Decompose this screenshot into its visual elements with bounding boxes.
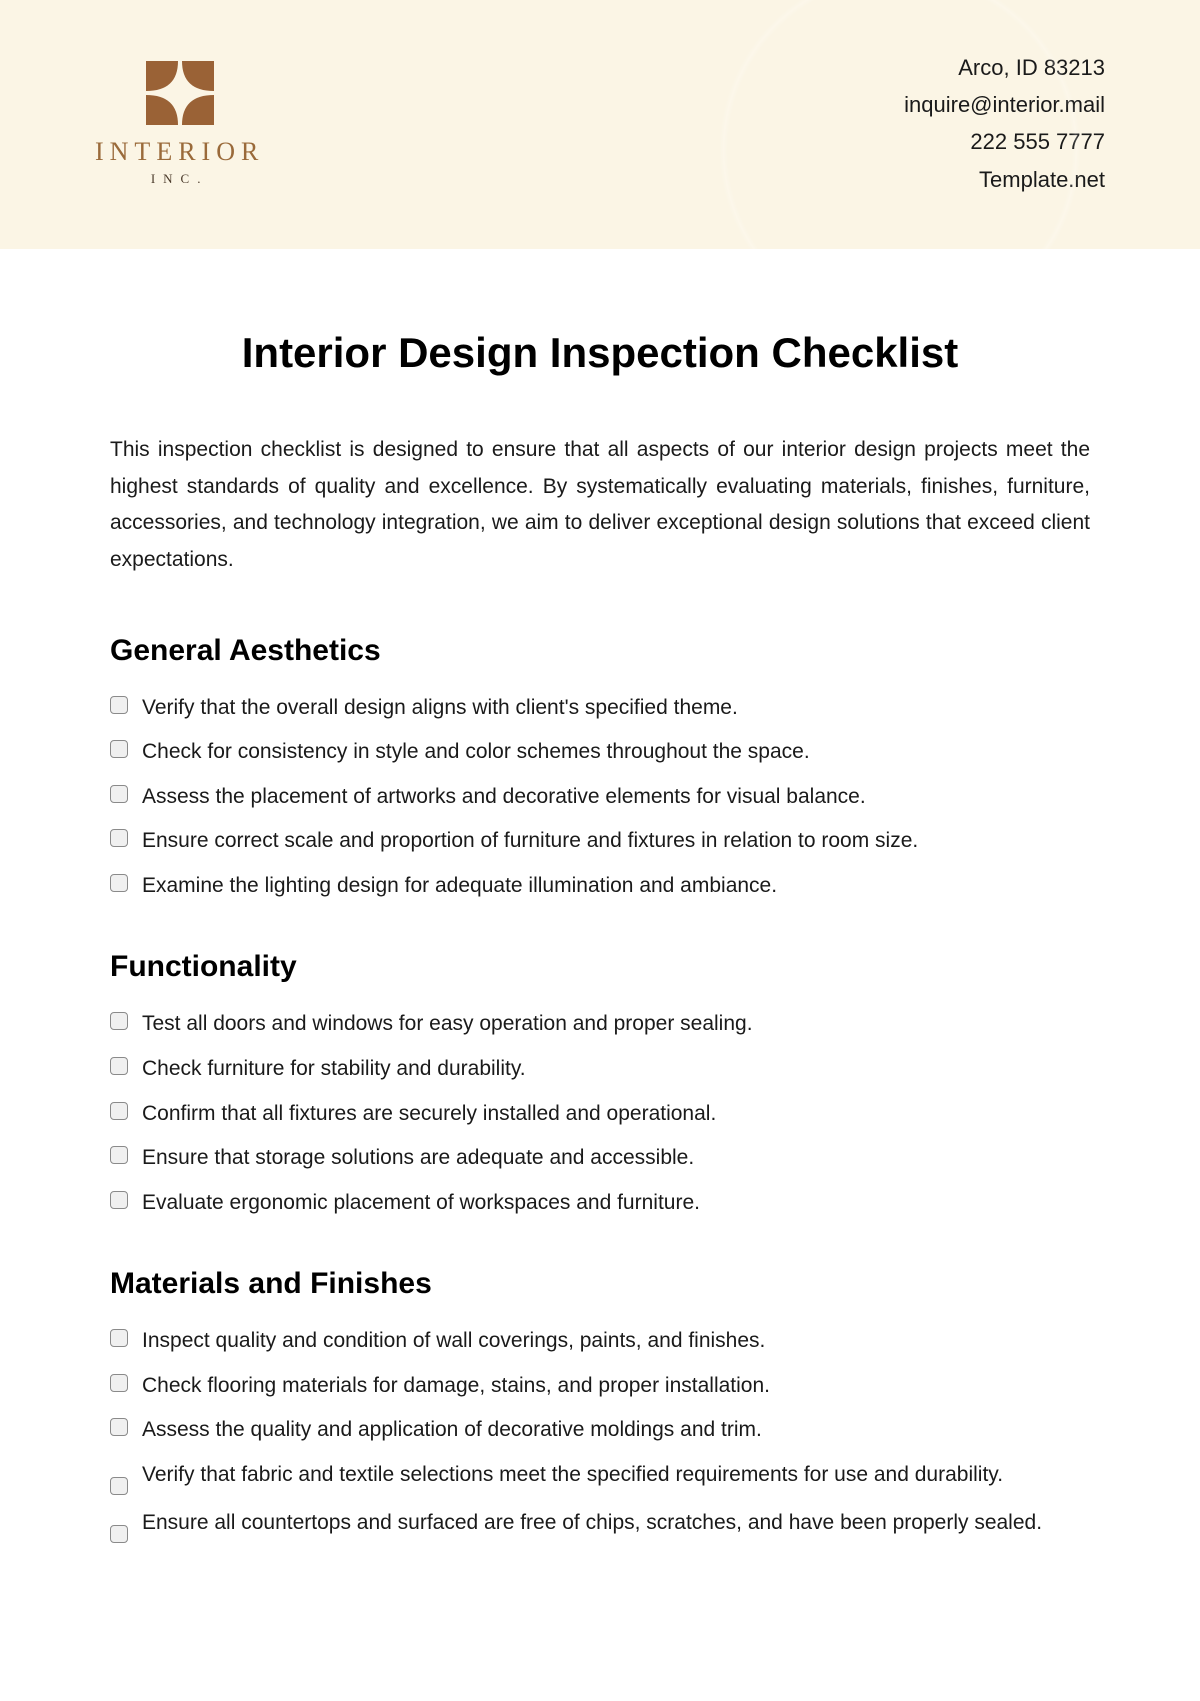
- contact-block: Arco, ID 83213 inquire@interior.mail 222…: [904, 50, 1105, 199]
- checklist-label: Evaluate ergonomic placement of workspac…: [142, 1187, 1090, 1220]
- checklist-item: Inspect quality and condition of wall co…: [110, 1325, 1090, 1358]
- checkbox-icon[interactable]: [110, 785, 128, 803]
- header: INTERIOR INC. Arco, ID 83213 inquire@int…: [0, 0, 1200, 249]
- checklist-label: Confirm that all fixtures are securely i…: [142, 1098, 1090, 1131]
- contact-address: Arco, ID 83213: [904, 50, 1105, 85]
- checklist-label: Check furniture for stability and durabi…: [142, 1053, 1090, 1086]
- checkbox-icon[interactable]: [110, 874, 128, 892]
- contact-email: inquire@interior.mail: [904, 87, 1105, 122]
- checklist-label: Check flooring materials for damage, sta…: [142, 1370, 1090, 1403]
- checkbox-icon[interactable]: [110, 1191, 128, 1209]
- checkbox-icon[interactable]: [110, 1146, 128, 1164]
- checklist-label: Assess the placement of artworks and dec…: [142, 781, 1090, 814]
- checklist-item: Confirm that all fixtures are securely i…: [110, 1098, 1090, 1131]
- contact-phone: 222 555 7777: [904, 124, 1105, 159]
- contact-site: Template.net: [904, 162, 1105, 197]
- checkbox-icon[interactable]: [110, 1329, 128, 1347]
- checkbox-icon[interactable]: [110, 1477, 128, 1495]
- checklist-item: Check flooring materials for damage, sta…: [110, 1370, 1090, 1403]
- checklist-item: Check for consistency in style and color…: [110, 736, 1090, 769]
- checklist-item: Test all doors and windows for easy oper…: [110, 1008, 1090, 1041]
- checklist-label: Ensure correct scale and proportion of f…: [142, 825, 1090, 858]
- checkbox-icon[interactable]: [110, 1374, 128, 1392]
- section-heading: Materials and Finishes: [110, 1267, 1090, 1301]
- checklist-label: Verify that fabric and textile selection…: [142, 1459, 1090, 1492]
- checkbox-icon[interactable]: [110, 696, 128, 714]
- content: Interior Design Inspection Checklist Thi…: [0, 249, 1200, 1631]
- checkbox-icon[interactable]: [110, 1418, 128, 1436]
- checkbox-icon[interactable]: [110, 1525, 128, 1543]
- checklist-label: Verify that the overall design aligns wi…: [142, 692, 1090, 725]
- checklist-label: Inspect quality and condition of wall co…: [142, 1325, 1090, 1358]
- section-general-aesthetics: General Aesthetics Verify that the overa…: [110, 634, 1090, 903]
- logo-brand: INTERIOR: [95, 137, 264, 167]
- page-title: Interior Design Inspection Checklist: [110, 329, 1090, 377]
- section-heading: General Aesthetics: [110, 634, 1090, 668]
- checklist-label: Examine the lighting design for adequate…: [142, 870, 1090, 903]
- logo: INTERIOR INC.: [95, 61, 264, 187]
- checkbox-icon[interactable]: [110, 1057, 128, 1075]
- checklist-item: Ensure that storage solutions are adequa…: [110, 1142, 1090, 1175]
- intro-paragraph: This inspection checklist is designed to…: [110, 432, 1090, 579]
- logo-mark-icon: [140, 61, 220, 125]
- checklist-item: Verify that the overall design aligns wi…: [110, 692, 1090, 725]
- section-heading: Functionality: [110, 950, 1090, 984]
- checklist-label: Ensure that storage solutions are adequa…: [142, 1142, 1090, 1175]
- checklist-item: Examine the lighting design for adequate…: [110, 870, 1090, 903]
- checklist-item: Check furniture for stability and durabi…: [110, 1053, 1090, 1086]
- checklist-label: Assess the quality and application of de…: [142, 1414, 1090, 1447]
- checklist-label: Check for consistency in style and color…: [142, 736, 1090, 769]
- section-functionality: Functionality Test all doors and windows…: [110, 950, 1090, 1219]
- checkbox-icon[interactable]: [110, 829, 128, 847]
- checklist-item: Assess the quality and application of de…: [110, 1414, 1090, 1447]
- checkbox-icon[interactable]: [110, 740, 128, 758]
- checklist-item: Verify that fabric and textile selection…: [110, 1459, 1090, 1495]
- checklist-label: Test all doors and windows for easy oper…: [142, 1008, 1090, 1041]
- section-materials-finishes: Materials and Finishes Inspect quality a…: [110, 1267, 1090, 1543]
- checkbox-icon[interactable]: [110, 1012, 128, 1030]
- checkbox-icon[interactable]: [110, 1102, 128, 1120]
- checklist-item: Ensure correct scale and proportion of f…: [110, 825, 1090, 858]
- checklist-item: Ensure all countertops and surfaced are …: [110, 1507, 1090, 1543]
- checklist-label: Ensure all countertops and surfaced are …: [142, 1507, 1090, 1540]
- logo-sub: INC.: [151, 171, 209, 187]
- checklist-item: Evaluate ergonomic placement of workspac…: [110, 1187, 1090, 1220]
- checklist-item: Assess the placement of artworks and dec…: [110, 781, 1090, 814]
